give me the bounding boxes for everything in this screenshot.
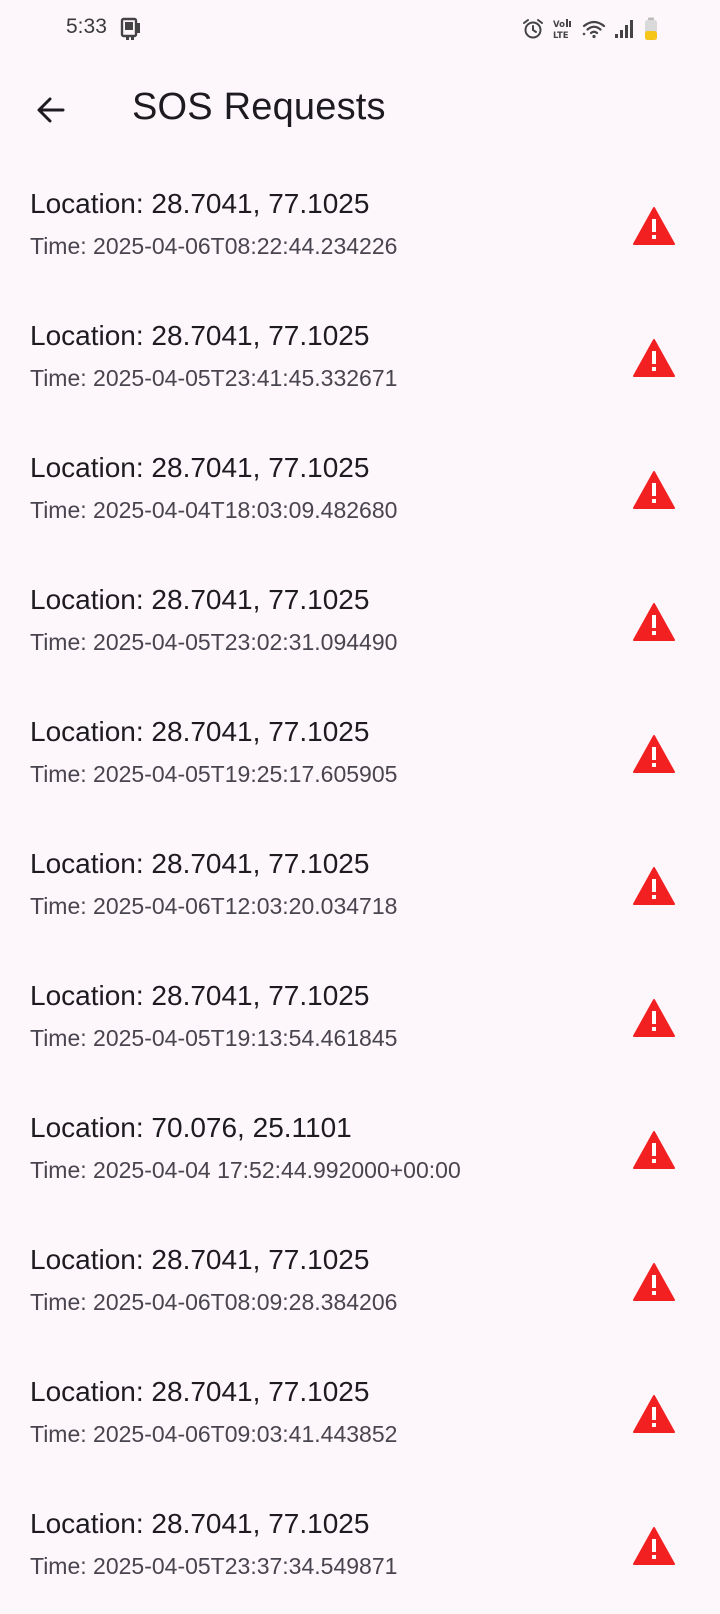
warning-icon <box>632 1130 676 1170</box>
sos-location: Location: 28.7041, 77.1025 <box>30 1508 370 1539</box>
signal-icon <box>614 19 636 39</box>
battery-icon <box>644 17 658 41</box>
sos-location: Location: 28.7041, 77.1025 <box>30 716 370 747</box>
status-icons: Vo LTE <box>522 16 658 42</box>
sos-location: Location: 28.7041, 77.1025 <box>30 848 370 879</box>
warning-icon <box>632 998 676 1038</box>
warning-icon <box>632 1526 676 1566</box>
sos-request-item[interactable]: Location: 28.7041, 77.1025 Time: 2025-04… <box>0 822 720 954</box>
sos-request-item[interactable]: Location: 28.7041, 77.1025 Time: 2025-04… <box>0 1218 720 1350</box>
page-title: SOS Requests <box>132 86 386 128</box>
sos-time: Time: 2025-04-05T19:25:17.605905 <box>30 761 398 787</box>
warning-icon <box>632 602 676 642</box>
sos-location: Location: 28.7041, 77.1025 <box>30 188 370 219</box>
sos-time: Time: 2025-04-05T19:13:54.461845 <box>30 1025 398 1051</box>
status-time: 5:33 <box>66 15 107 38</box>
sos-location: Location: 70.076, 25.1101 <box>30 1112 352 1143</box>
sos-time: Time: 2025-04-05T23:37:34.549871 <box>30 1553 398 1579</box>
sos-time: Time: 2025-04-05T23:41:45.332671 <box>30 365 398 391</box>
sos-request-item[interactable]: Location: 28.7041, 77.1025 Time: 2025-04… <box>0 1482 720 1614</box>
warning-icon <box>632 338 676 378</box>
sos-time: Time: 2025-04-06T12:03:20.034718 <box>30 893 398 919</box>
warning-icon <box>632 470 676 510</box>
warning-icon <box>632 1262 676 1302</box>
sos-request-item[interactable]: Location: 28.7041, 77.1025 Time: 2025-04… <box>0 1350 720 1482</box>
sos-request-item[interactable]: Location: 28.7041, 77.1025 Time: 2025-04… <box>0 558 720 690</box>
sim-card-icon <box>120 17 142 41</box>
sos-location: Location: 28.7041, 77.1025 <box>30 584 370 615</box>
sos-request-item[interactable]: Location: 28.7041, 77.1025 Time: 2025-04… <box>0 294 720 426</box>
sos-location: Location: 28.7041, 77.1025 <box>30 320 370 351</box>
svg-text:Vo: Vo <box>553 20 565 30</box>
warning-icon <box>632 206 676 246</box>
sos-request-item[interactable]: Location: 70.076, 25.1101 Time: 2025-04-… <box>0 1086 720 1218</box>
sos-time: Time: 2025-04-05T23:02:31.094490 <box>30 629 398 655</box>
warning-icon <box>632 866 676 906</box>
sos-request-list: Location: 28.7041, 77.1025 Time: 2025-04… <box>0 162 720 1614</box>
sos-time: Time: 2025-04-06T08:09:28.384206 <box>30 1289 398 1315</box>
sos-location: Location: 28.7041, 77.1025 <box>30 1376 370 1407</box>
sos-time: Time: 2025-04-06T09:03:41.443852 <box>30 1421 398 1447</box>
sos-location: Location: 28.7041, 77.1025 <box>30 980 370 1011</box>
sos-request-item[interactable]: Location: 28.7041, 77.1025 Time: 2025-04… <box>0 162 720 294</box>
warning-icon <box>632 1394 676 1434</box>
sos-time: Time: 2025-04-06T08:22:44.234226 <box>30 233 398 259</box>
sos-time: Time: 2025-04-04 17:52:44.992000+00:00 <box>30 1157 461 1183</box>
sos-request-item[interactable]: Location: 28.7041, 77.1025 Time: 2025-04… <box>0 690 720 822</box>
warning-icon <box>632 734 676 774</box>
sos-request-item[interactable]: Location: 28.7041, 77.1025 Time: 2025-04… <box>0 954 720 1086</box>
alarm-icon <box>522 18 544 40</box>
sos-location: Location: 28.7041, 77.1025 <box>30 452 370 483</box>
wifi-icon <box>582 19 606 39</box>
arrow-back-icon <box>37 97 65 123</box>
app-bar: SOS Requests <box>0 58 720 162</box>
volte-icon: Vo LTE <box>552 18 574 40</box>
sos-request-item[interactable]: Location: 28.7041, 77.1025 Time: 2025-04… <box>0 426 720 558</box>
sos-location: Location: 28.7041, 77.1025 <box>30 1244 370 1275</box>
sos-time: Time: 2025-04-04T18:03:09.482680 <box>30 497 398 523</box>
svg-text:LTE: LTE <box>553 31 569 40</box>
back-button[interactable] <box>24 83 78 137</box>
status-bar: 5:33 Vo LTE <box>0 0 720 58</box>
